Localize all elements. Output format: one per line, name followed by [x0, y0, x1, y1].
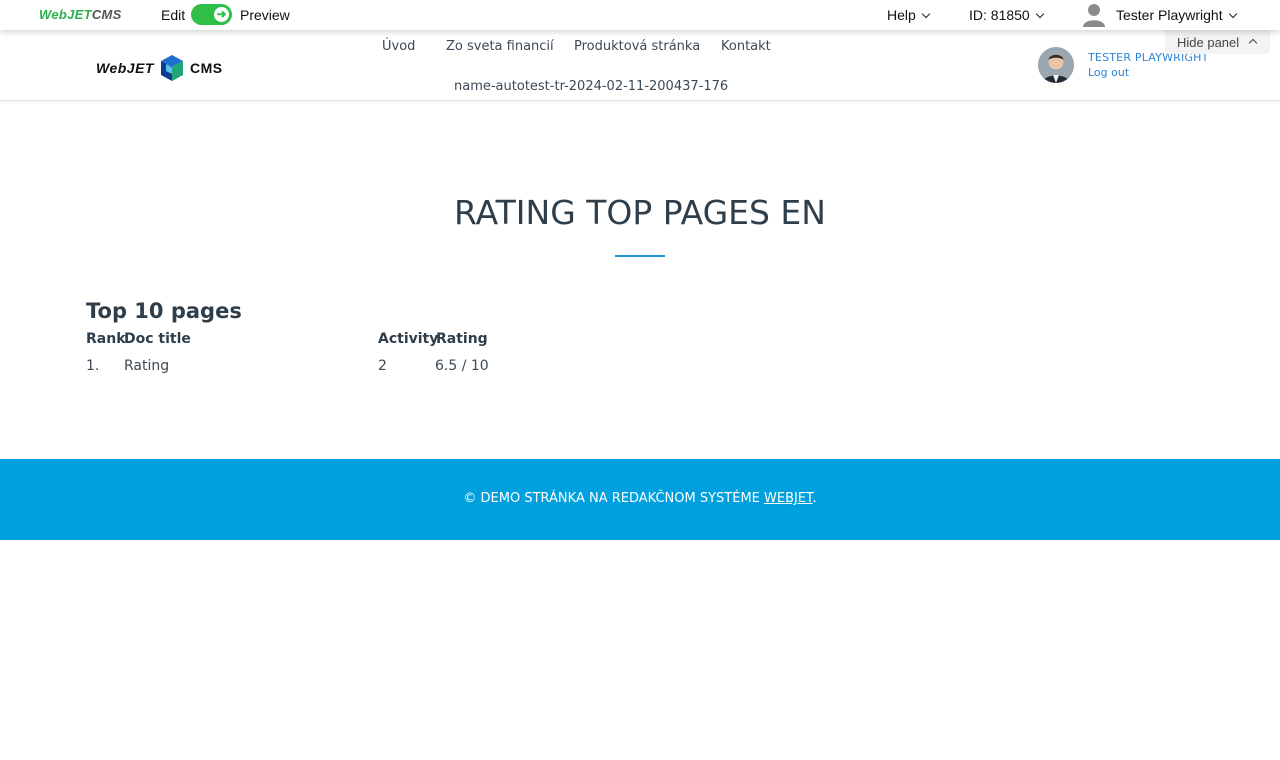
hide-panel-button[interactable]: Hide panel — [1165, 30, 1270, 54]
user-photo-icon — [1038, 47, 1074, 83]
nav-item-autotest[interactable]: name-autotest-tr-2024-02-11-200437-176 — [454, 79, 728, 94]
user-menu[interactable]: Tester Playwright — [1116, 7, 1237, 23]
column-header-rank: Rank — [86, 331, 126, 347]
chevron-down-icon — [1228, 9, 1237, 19]
site-logo[interactable]: WebJET CMS — [96, 54, 223, 82]
user-icon — [1083, 4, 1105, 27]
page-title: RATING TOP PAGES EN — [454, 193, 826, 232]
help-menu-label: Help — [887, 7, 916, 23]
column-header-rating: Rating — [436, 331, 488, 347]
chevron-down-icon — [921, 9, 931, 19]
site-logo-cms: CMS — [189, 60, 223, 76]
chevron-down-icon — [1035, 9, 1044, 19]
user-menu-label: Tester Playwright — [1116, 7, 1223, 23]
logo-part-cms: CMS — [91, 7, 122, 22]
footer-suffix: . — [812, 491, 817, 506]
logo-part-web: Web — [39, 7, 68, 22]
logout-link[interactable]: Log out — [1088, 66, 1129, 79]
doc-id-menu[interactable]: ID: 81850 — [969, 7, 1044, 23]
cell-rating: 6.5 / 10 — [435, 358, 489, 374]
logo-part-jet: JET — [67, 7, 92, 22]
admin-toolbar: WebJETCMS Edit ➜ Preview Help ID: 81850 … — [0, 0, 1280, 30]
edit-mode-label[interactable]: Edit — [161, 7, 185, 23]
avatar — [1038, 47, 1074, 83]
edit-preview-toggle[interactable]: ➜ — [191, 4, 232, 25]
footer-webjet-link[interactable]: WEBJET — [764, 491, 812, 506]
webjet-admin-logo[interactable]: WebJETCMS — [39, 7, 122, 22]
footer: © DEMO STRÁNKA NA REDAKČNOM SYSTÉME WEBJ… — [0, 459, 1280, 540]
cell-activity: 2 — [378, 358, 387, 374]
nav-item-produktova-stranka[interactable]: Produktová stránka — [574, 39, 700, 54]
section-heading: Top 10 pages — [86, 299, 242, 323]
arrow-right-icon: ➜ — [214, 7, 229, 22]
nav-item-zo-sveta-financii[interactable]: Zo sveta financií — [446, 39, 554, 54]
nav-item-uvod[interactable]: Úvod — [382, 39, 415, 54]
site-header: WebJET CMS Úvod Zo sveta financií Produk… — [0, 30, 1280, 101]
help-menu[interactable]: Help — [887, 7, 931, 23]
doc-id-label: ID: 81850 — [969, 7, 1030, 23]
preview-mode-label[interactable]: Preview — [240, 7, 290, 23]
nav-item-kontakt[interactable]: Kontakt — [721, 39, 771, 54]
hide-panel-label: Hide panel — [1177, 35, 1240, 50]
cell-rank: 1. — [86, 358, 100, 374]
column-header-activity: Activity — [378, 331, 439, 347]
cell-doc-title-link[interactable]: Rating — [124, 358, 169, 374]
column-header-doc-title: Doc title — [124, 331, 191, 347]
site-logo-text: WebJET — [96, 60, 154, 76]
chevron-up-icon — [1248, 38, 1258, 48]
title-divider — [615, 255, 665, 257]
footer-text: © DEMO STRÁNKA NA REDAKČNOM SYSTÉME — [463, 491, 765, 506]
cube-logo-icon — [160, 55, 183, 81]
